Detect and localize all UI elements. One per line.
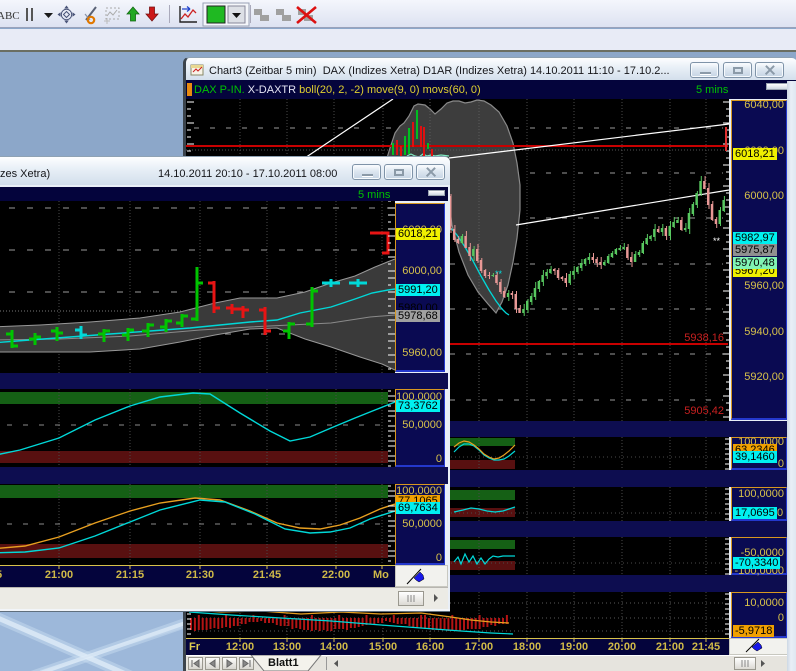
- svg-text:ABC: ABC: [0, 10, 20, 22]
- svg-text:5905,42: 5905,42: [684, 405, 724, 417]
- svg-text:**: **: [713, 236, 721, 246]
- svg-text:5938,16: 5938,16: [684, 332, 724, 344]
